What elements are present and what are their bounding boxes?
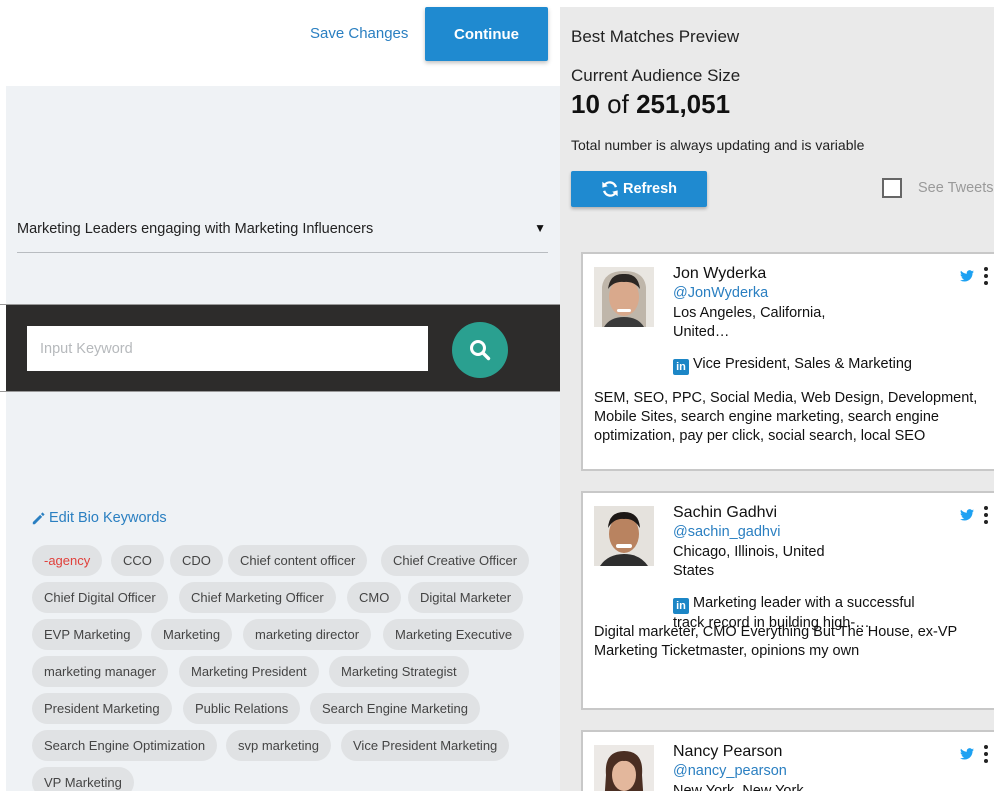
keyword-tag[interactable]: Marketing Strategist (329, 656, 469, 687)
match-linkedin-title: in Vice President, Sales & Marketing (673, 355, 943, 375)
twitter-icon[interactable] (960, 509, 974, 521)
audience-total-count: 251,051 (636, 89, 731, 119)
match-location: New York, New York (673, 783, 804, 791)
more-options-icon[interactable] (981, 506, 991, 524)
save-changes-link[interactable]: Save Changes (310, 25, 408, 42)
match-bio: Digital marketer, CMO Everything But The… (594, 624, 957, 659)
linkedin-icon: in (673, 359, 689, 375)
keyword-tag[interactable]: President Marketing (32, 693, 172, 724)
keyword-tag[interactable]: VP Marketing (32, 767, 134, 791)
match-location: Los Angeles, California, United… (673, 305, 826, 340)
keyword-tag[interactable]: CDO (170, 545, 223, 576)
keyword-tag[interactable]: Chief content officer (228, 545, 368, 576)
best-matches-panel: Best Matches Preview Current Audience Si… (560, 7, 994, 791)
match-name[interactable]: Nancy Pearson (673, 743, 782, 761)
keyword-tag[interactable]: Chief Marketing Officer (179, 582, 336, 613)
avatar (594, 745, 654, 791)
audience-size-label: Current Audience Size (571, 66, 741, 85)
keyword-tag[interactable]: Search Engine Optimization (32, 730, 218, 761)
avatar (594, 267, 654, 327)
match-card: Nancy Pearson @nancy_pearson New York, N… (581, 730, 994, 791)
edit-bio-keywords-label: Edit Bio Keywords (49, 510, 167, 526)
refresh-button[interactable]: Refresh (571, 171, 707, 207)
match-name[interactable]: Jon Wyderka (673, 265, 766, 283)
keyword-tag[interactable]: Marketing Executive (383, 619, 525, 650)
panel-title: Best Matches Preview (571, 27, 740, 46)
keyword-tag[interactable]: svp marketing (226, 730, 331, 761)
keyword-tag[interactable]: Search Engine Marketing (310, 693, 480, 724)
refresh-label: Refresh (623, 181, 677, 197)
targeting-panel: Save Changes Continue Marketing Leaders … (0, 0, 560, 791)
pencil-icon (32, 511, 45, 524)
see-tweets-toggle[interactable]: See Tweets (882, 178, 994, 198)
segment-selected-value: Marketing Leaders engaging with Marketin… (17, 221, 374, 237)
match-bio: SEM, SEO, PPC, Social Media, Web Design,… (594, 390, 978, 444)
refresh-icon (602, 181, 618, 197)
match-name[interactable]: Sachin Gadhvi (673, 504, 777, 522)
audience-shown-count: 10 (571, 89, 600, 119)
match-handle-link[interactable]: @sachin_gadhvi (673, 524, 780, 540)
top-action-bar: Save Changes Continue (0, 0, 560, 86)
keyword-tag[interactable]: CCO (111, 545, 164, 576)
keyword-tag[interactable]: CMO (347, 582, 402, 613)
keyword-tag[interactable]: marketing manager (32, 656, 168, 687)
match-card: Sachin Gadhvi @sachin_gadhvi Chicago, Il… (581, 491, 994, 710)
linkedin-title-text: Vice President, Sales & Marketing (693, 356, 912, 372)
twitter-icon[interactable] (960, 748, 974, 760)
edit-bio-keywords-link[interactable]: Edit Bio Keywords (32, 510, 167, 526)
audience-size-value: 10 of 251,051 (571, 89, 730, 120)
keyword-tag[interactable]: Public Relations (183, 693, 301, 724)
search-icon (470, 340, 491, 361)
keyword-tag[interactable]: Vice President Marketing (341, 730, 510, 761)
twitter-icon[interactable] (960, 270, 974, 282)
continue-button[interactable]: Continue (425, 7, 548, 61)
see-tweets-label: See Tweets (918, 180, 994, 196)
match-handle-link[interactable]: @nancy_pearson (673, 763, 787, 779)
segment-dropdown[interactable]: Marketing Leaders engaging with Marketin… (17, 210, 548, 253)
match-location: Chicago, Illinois, United States (673, 544, 825, 579)
keyword-tag[interactable]: EVP Marketing (32, 619, 143, 650)
keyword-tag[interactable]: marketing director (243, 619, 372, 650)
see-tweets-checkbox[interactable] (882, 178, 902, 198)
keyword-tag[interactable]: Digital Marketer (408, 582, 524, 613)
linkedin-icon: in (673, 598, 689, 614)
keyword-tag[interactable]: Marketing (151, 619, 233, 650)
audience-of-text: of (607, 89, 629, 119)
more-options-icon[interactable] (981, 267, 991, 285)
search-button[interactable] (452, 322, 508, 378)
keyword-tag[interactable]: -agency (32, 545, 103, 576)
keyword-input[interactable] (27, 326, 428, 371)
match-card: Jon Wyderka @JonWyderka Los Angeles, Cal… (581, 252, 994, 471)
more-options-icon[interactable] (981, 745, 991, 763)
keyword-tag[interactable]: Chief Creative Officer (381, 545, 530, 576)
keyword-tag[interactable]: Marketing President (179, 656, 319, 687)
match-handle-link[interactable]: @JonWyderka (673, 285, 768, 301)
divider (0, 391, 560, 392)
keyword-tag[interactable]: Chief Digital Officer (32, 582, 168, 613)
avatar (594, 506, 654, 566)
audience-note: Total number is always updating and is v… (571, 137, 865, 153)
dropdown-arrow-icon: ▼ (534, 221, 546, 235)
